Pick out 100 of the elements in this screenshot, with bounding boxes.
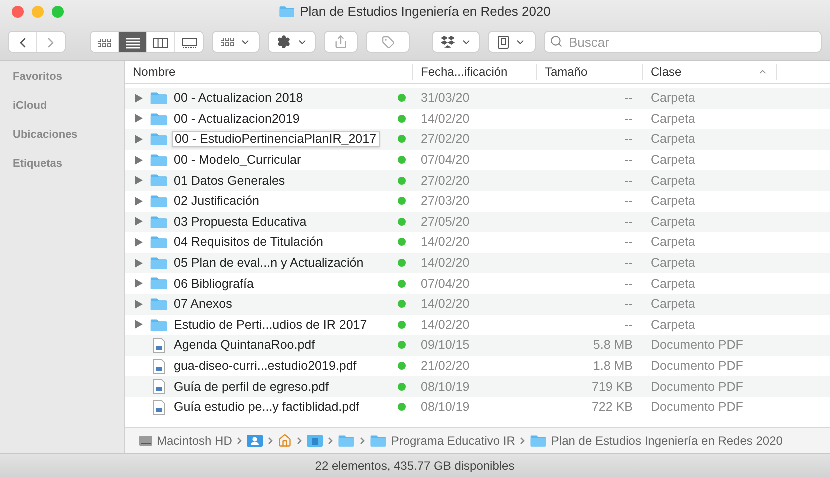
date-cell-text: 14/02/20	[420, 235, 471, 250]
disclosure-triangle-icon[interactable]	[135, 114, 143, 124]
size-cell-text: --	[624, 297, 634, 312]
path-item[interactable]: Plan de Estudios Ingeniería en Redes 2020	[530, 434, 783, 448]
size-cell-text: 5.8 MB	[592, 338, 634, 352]
file-name[interactable]: Agenda QuintanaRoo.pdf	[174, 338, 316, 352]
file-name[interactable]: 00 - EstudioPertinenciaPlanIR_2017	[172, 131, 380, 148]
path-item[interactable]: Programa Educativo IR	[370, 434, 516, 448]
pdf-file-icon	[153, 358, 165, 374]
file-name[interactable]: 03 Propuesta Educativa	[174, 214, 307, 229]
column-header[interactable]: Nombre	[125, 64, 413, 80]
action-button[interactable]	[268, 31, 316, 53]
kind-cell-text: Carpeta	[650, 132, 696, 146]
disclosure-triangle-icon[interactable]	[135, 279, 143, 288]
home-icon	[278, 434, 292, 448]
file-name[interactable]: Estudio de Perti...udios de IR 2017	[174, 318, 368, 332]
date-cell-text: 21/02/20	[420, 359, 471, 374]
tag-button[interactable]	[366, 31, 410, 53]
file-name[interactable]: Guía de perfil de egreso.pdf	[174, 380, 329, 394]
disclosure-triangle-icon[interactable]	[135, 300, 143, 309]
chevron-right-icon	[297, 436, 302, 444]
date-cell-text: 09/10/15	[420, 338, 471, 352]
folder-icon	[150, 235, 168, 250]
file-name[interactable]: gua-diseo-curri...estudio2019.pdf	[174, 359, 357, 374]
folder-icon	[150, 256, 168, 270]
search-icon	[550, 35, 563, 48]
path-item[interactable]	[278, 434, 292, 448]
kind-cell-text: Carpeta	[650, 153, 696, 168]
disclosure-triangle-icon[interactable]	[135, 258, 143, 268]
folder-icon	[150, 214, 168, 230]
path-item[interactable]	[307, 434, 324, 447]
view-mode-button[interactable]	[119, 32, 147, 52]
size-cell-text: --	[624, 256, 634, 270]
kind-cell-text: Documento PDF	[650, 359, 744, 374]
file-name[interactable]: 00 - Actualizacion 2018	[174, 91, 304, 106]
group-button[interactable]	[212, 31, 260, 53]
date-cell-text: 08/10/19	[420, 380, 471, 394]
back-button[interactable]	[9, 32, 37, 52]
user-folder-icon	[247, 434, 264, 447]
chevron-right-icon	[328, 436, 334, 444]
window-title: Plan de Estudios Ingeniería en Redes 2020	[300, 4, 551, 19]
size-cell-text: --	[624, 194, 634, 208]
search-field[interactable]: Buscar	[544, 31, 822, 53]
date-cell-text: 07/04/20	[420, 153, 471, 168]
path-item[interactable]	[247, 434, 264, 447]
folder-icon	[279, 5, 296, 18]
folder-icon	[150, 194, 168, 208]
file-name[interactable]: 04 Requisitos de Titulación	[174, 235, 324, 250]
size-cell-text: 1.8 MB	[592, 359, 634, 374]
view-mode-button[interactable]	[91, 32, 119, 52]
status-text: 22 elementos, 435.77 GB disponibles	[315, 458, 515, 472]
kind-cell-text: Carpeta	[650, 297, 696, 312]
chevron-right-icon	[520, 436, 526, 444]
disclosure-triangle-icon[interactable]	[135, 94, 143, 103]
disclosure-triangle-icon[interactable]	[135, 196, 143, 206]
date-cell-text: 27/03/20	[420, 194, 471, 208]
file-name[interactable]: 07 Anexos	[174, 297, 232, 312]
file-name[interactable]: 02 Justificación	[174, 194, 260, 208]
kind-cell-text: Carpeta	[650, 318, 696, 332]
close-button[interactable]	[12, 6, 24, 18]
kind-cell-text: Documento PDF	[650, 400, 744, 414]
disclosure-triangle-icon[interactable]	[135, 320, 143, 330]
folder-icon	[530, 434, 548, 448]
column-header[interactable]: Fecha...ificación	[413, 64, 537, 80]
file-name[interactable]: 00 - Actualizacion2019	[174, 112, 300, 126]
size-cell-text: --	[624, 318, 634, 332]
gallery-view-icon	[182, 38, 196, 48]
folder-icon	[150, 132, 168, 147]
date-cell-text: 31/03/20	[420, 91, 471, 106]
chevron-right-icon	[268, 436, 274, 444]
share-icon	[334, 35, 348, 49]
file-name[interactable]: 00 - Modelo_Curricular	[174, 153, 302, 168]
size-cell-text: --	[624, 153, 634, 168]
size-cell-text: --	[624, 132, 634, 146]
documents-folder-icon	[307, 434, 324, 447]
file-name[interactable]: 05 Plan de eval...n y Actualización	[174, 256, 364, 270]
dropbox-button[interactable]	[432, 31, 480, 53]
chevron-right-icon	[360, 436, 366, 444]
column-header[interactable]: Tamaño	[537, 64, 643, 80]
kind-cell-text: Carpeta	[650, 194, 696, 208]
device-button[interactable]	[488, 31, 536, 53]
file-name[interactable]: 06 Bibliografía	[174, 276, 254, 291]
device-icon	[498, 36, 509, 48]
size-cell-text: 719 KB	[590, 380, 634, 394]
column-header[interactable]: Clase	[643, 64, 777, 80]
disclosure-triangle-icon[interactable]	[135, 238, 143, 247]
disclosure-triangle-icon[interactable]	[135, 156, 143, 165]
file-name[interactable]: 01 Datos Generales	[174, 174, 286, 188]
disclosure-triangle-icon[interactable]	[135, 176, 143, 186]
size-cell-text: --	[624, 235, 634, 250]
pdf-file-icon	[153, 379, 165, 394]
path-item[interactable]: Macintosh HD	[139, 434, 232, 448]
date-cell-text: 07/04/20	[420, 276, 471, 291]
disclosure-triangle-icon[interactable]	[135, 134, 143, 144]
kind-cell-text: Carpeta	[650, 174, 696, 188]
pdf-file-icon	[153, 400, 165, 415]
disclosure-triangle-icon[interactable]	[135, 217, 143, 226]
file-name[interactable]: Guía estudio pe...y factiblidad.pdf	[174, 400, 360, 414]
date-cell-text: 14/02/20	[420, 256, 471, 270]
share-button[interactable]	[324, 31, 358, 53]
